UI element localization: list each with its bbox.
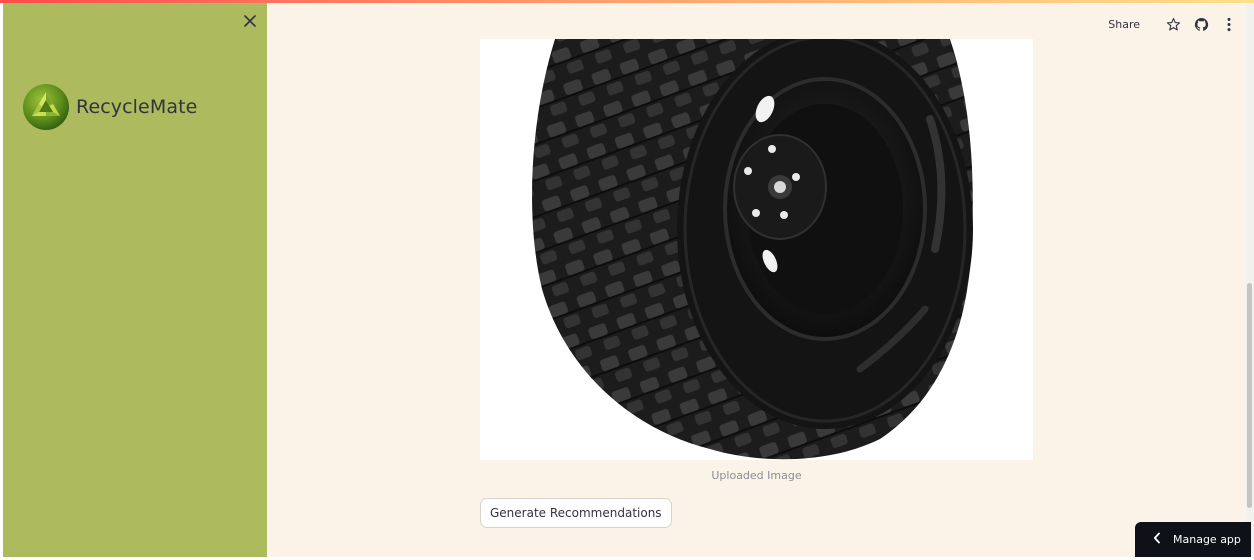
- top-decoration-stripe: [0, 0, 1254, 3]
- top-toolbar: Share: [1108, 11, 1238, 37]
- image-caption: Uploaded Image: [711, 469, 802, 482]
- tire-illustration: [480, 39, 1033, 460]
- recycle-logo-icon: [23, 84, 69, 130]
- star-icon[interactable]: [1164, 15, 1182, 33]
- generate-recommendations-button[interactable]: Generate Recommendations: [480, 498, 672, 528]
- manage-app-label: Manage app: [1173, 533, 1241, 546]
- scrollbar-thumb[interactable]: [1247, 283, 1252, 508]
- app-window: RecycleMate Share Uploaded Image Generat…: [0, 0, 1254, 560]
- manage-app-button[interactable]: Manage app: [1135, 522, 1251, 557]
- uploaded-image: [480, 39, 1033, 460]
- brand: RecycleMate: [22, 83, 197, 131]
- kebab-menu-icon[interactable]: [1220, 15, 1238, 33]
- close-icon: [243, 14, 257, 33]
- brand-name: RecycleMate: [76, 96, 198, 118]
- sidebar: RecycleMate: [3, 3, 267, 557]
- main-content: Share Uploaded Image Generate Recommenda…: [267, 3, 1246, 557]
- chevron-left-icon: [1153, 531, 1161, 549]
- close-sidebar-button[interactable]: [238, 11, 262, 35]
- generate-recommendations-label: Generate Recommendations: [490, 506, 662, 520]
- share-button[interactable]: Share: [1108, 18, 1140, 31]
- github-icon[interactable]: [1192, 15, 1210, 33]
